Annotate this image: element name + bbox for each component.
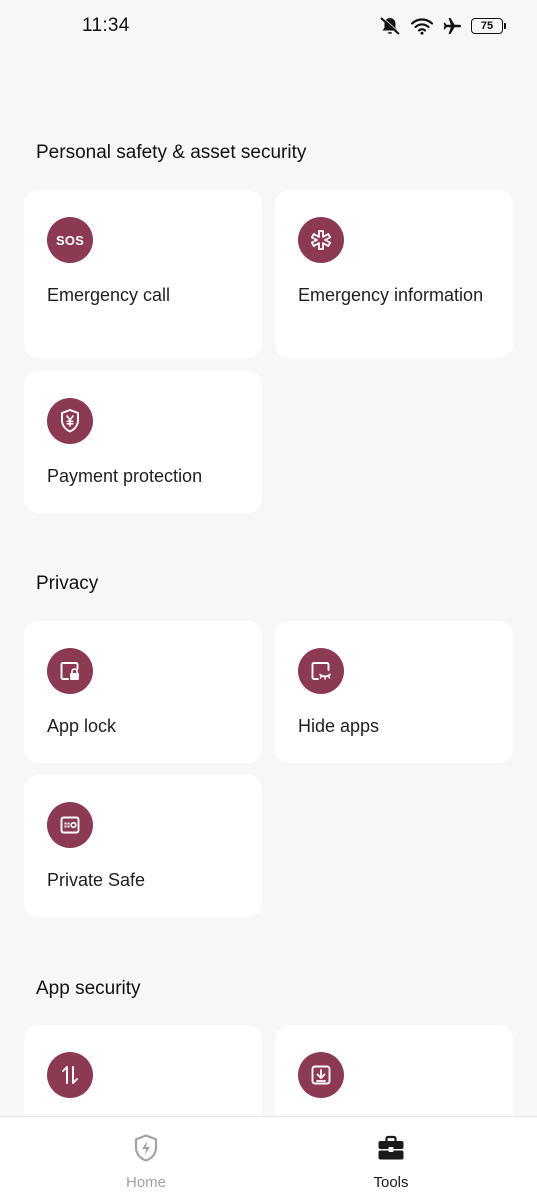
medical-star-icon: [298, 217, 344, 263]
tools-screen: 11:34 75 Personal safety & asset securit…: [0, 0, 537, 1200]
card-emergency-information[interactable]: Emergency information: [275, 190, 513, 358]
card-label: Payment protection: [47, 466, 203, 486]
card-label: Emergency call: [47, 285, 171, 305]
card-private-safe[interactable]: Private Safe: [24, 775, 262, 917]
bottom-nav: Home Tools: [0, 1116, 537, 1200]
card-label: Private Safe: [47, 870, 146, 890]
battery-icon: 75: [471, 18, 506, 34]
airplane-icon: [442, 16, 462, 36]
nav-label-tools: Tools: [373, 1174, 409, 1191]
nav-item-home[interactable]: Home: [12, 1117, 280, 1200]
status-icons: 75: [378, 15, 506, 37]
card-label: Hide apps: [298, 716, 380, 736]
yen-shield-icon: [47, 398, 93, 444]
status-time: 11:34: [82, 15, 130, 36]
section-title-personal-safety: Personal safety & asset security: [36, 142, 307, 163]
card-hide-apps[interactable]: Hide apps: [275, 621, 513, 763]
section-title-app-security: App security: [36, 978, 141, 999]
card-emergency-call[interactable]: SOS Emergency call: [24, 190, 262, 358]
card-label: Emergency information: [298, 285, 484, 305]
card-label: App lock: [47, 716, 117, 736]
app-lock-icon: [47, 648, 93, 694]
toolbox-icon: [376, 1133, 406, 1168]
nav-label-home: Home: [125, 1174, 166, 1191]
download-box-icon: [298, 1052, 344, 1098]
mute-bell-icon: [378, 15, 402, 37]
transfer-arrows-icon: [47, 1052, 93, 1098]
sos-icon: SOS: [47, 217, 93, 263]
safe-icon: [47, 802, 93, 848]
hide-apps-icon: [298, 648, 344, 694]
card-app-lock[interactable]: App lock: [24, 621, 262, 763]
section-title-privacy: Privacy: [36, 573, 99, 594]
shield-bolt-icon: [132, 1133, 160, 1168]
nav-item-tools[interactable]: Tools: [257, 1117, 525, 1200]
status-bar: 11:34 75: [0, 0, 537, 52]
card-payment-protection[interactable]: Payment protection: [24, 371, 262, 513]
wifi-icon: [411, 17, 433, 35]
